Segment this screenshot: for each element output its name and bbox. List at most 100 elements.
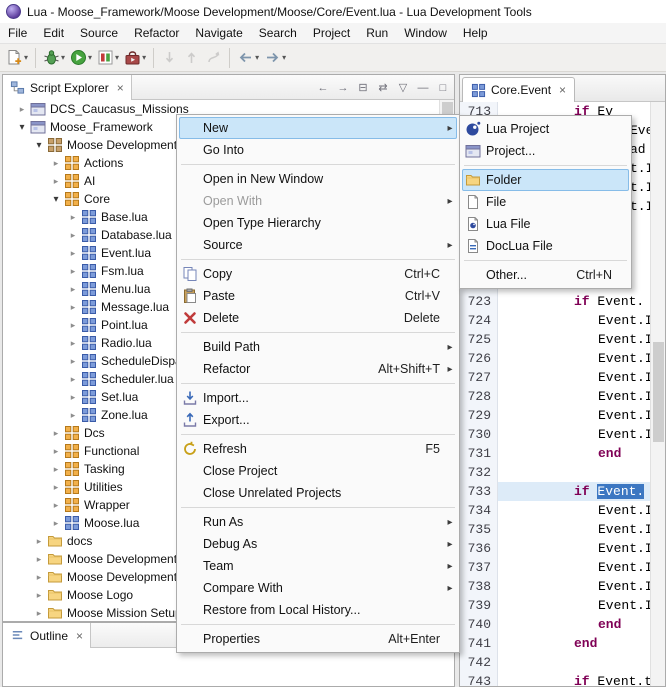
tab-script-explorer[interactable]: Script Explorer × (3, 75, 132, 100)
expand-arrow-icon[interactable]: ▾ (49, 194, 63, 205)
code-line-742[interactable]: 742 (460, 653, 650, 672)
coverage-button[interactable]: ▾ (95, 46, 121, 70)
menu-item-debug-as[interactable]: Debug As▸ (179, 533, 457, 555)
minimize-icon[interactable]: — (414, 79, 432, 97)
close-icon[interactable]: × (76, 629, 83, 643)
close-icon[interactable]: × (559, 83, 566, 97)
menu-item-copy[interactable]: CopyCtrl+C (179, 263, 457, 285)
menu-item-file[interactable]: File (462, 191, 629, 213)
run-button[interactable]: ▾ (68, 46, 94, 70)
menu-item-import[interactable]: Import... (179, 387, 457, 409)
menubar-window[interactable]: Window (396, 23, 455, 43)
menu-item-team[interactable]: Team▸ (179, 555, 457, 577)
collapse-arrow-icon[interactable]: ▸ (32, 536, 46, 547)
dropdown-caret-icon[interactable]: ▾ (282, 53, 286, 62)
collapse-arrow-icon[interactable]: ▸ (66, 356, 80, 367)
debug-button[interactable]: ▾ (41, 46, 67, 70)
menu-item-close-unrelated-projects[interactable]: Close Unrelated Projects (179, 482, 457, 504)
menu-item-delete[interactable]: DeleteDelete (179, 307, 457, 329)
dropdown-caret-icon[interactable]: ▾ (255, 53, 259, 62)
menu-item-refactor[interactable]: RefactorAlt+Shift+T▸ (179, 358, 457, 380)
annotation-next-button[interactable] (159, 46, 180, 70)
collapse-arrow-icon[interactable]: ▸ (49, 482, 63, 493)
code-line-725[interactable]: 725Event.I (460, 330, 650, 349)
code-line-732[interactable]: 732 (460, 463, 650, 482)
menubar-refactor[interactable]: Refactor (126, 23, 187, 43)
code-line-733[interactable]: 733if Event. (460, 482, 650, 501)
collapse-arrow-icon[interactable]: ▸ (66, 320, 80, 331)
back-button[interactable]: ▾ (235, 46, 261, 70)
code-line-728[interactable]: 728Event.I (460, 387, 650, 406)
collapse-all-icon[interactable]: ⊟ (354, 79, 372, 97)
menu-item-close-project[interactable]: Close Project (179, 460, 457, 482)
collapse-arrow-icon[interactable]: ▸ (32, 590, 46, 601)
code-line-737[interactable]: 737Event.I (460, 558, 650, 577)
external-tools-button[interactable]: ▾ (122, 46, 148, 70)
code-line-741[interactable]: 741end (460, 634, 650, 653)
code-line-736[interactable]: 736Event.I (460, 539, 650, 558)
menubar-search[interactable]: Search (251, 23, 305, 43)
menubar-file[interactable]: File (0, 23, 35, 43)
new-button[interactable]: ▾ (4, 46, 30, 70)
collapse-arrow-icon[interactable]: ▸ (66, 302, 80, 313)
code-line-743[interactable]: 743if Event.ta (460, 672, 650, 686)
collapse-arrow-icon[interactable]: ▸ (66, 410, 80, 421)
code-line-724[interactable]: 724Event.I (460, 311, 650, 330)
collapse-arrow-icon[interactable]: ▸ (66, 374, 80, 385)
collapse-arrow-icon[interactable]: ▸ (66, 392, 80, 403)
back-icon[interactable]: ← (314, 79, 332, 97)
dropdown-caret-icon[interactable]: ▾ (142, 53, 146, 62)
tab-core-event[interactable]: Core.Event × (462, 77, 575, 102)
expand-arrow-icon[interactable]: ▾ (32, 140, 46, 151)
dropdown-caret-icon[interactable]: ▾ (115, 53, 119, 62)
collapse-arrow-icon[interactable]: ▸ (32, 608, 46, 619)
code-line-731[interactable]: 731end (460, 444, 650, 463)
annotation-prev-button[interactable] (181, 46, 202, 70)
menu-item-open-in-new-window[interactable]: Open in New Window (179, 168, 457, 190)
collapse-arrow-icon[interactable]: ▸ (49, 446, 63, 457)
menu-item-source[interactable]: Source▸ (179, 234, 457, 256)
dropdown-caret-icon[interactable]: ▾ (88, 53, 92, 62)
collapse-arrow-icon[interactable]: ▸ (66, 284, 80, 295)
menubar-run[interactable]: Run (358, 23, 396, 43)
menubar-source[interactable]: Source (72, 23, 126, 43)
menu-item-folder[interactable]: Folder (462, 169, 629, 191)
menu-item-open-type-hierarchy[interactable]: Open Type Hierarchy (179, 212, 457, 234)
collapse-arrow-icon[interactable]: ▸ (66, 212, 80, 223)
menu-item-compare-with[interactable]: Compare With▸ (179, 577, 457, 599)
editor-scrollbar[interactable] (650, 102, 665, 686)
code-line-730[interactable]: 730Event.I (460, 425, 650, 444)
collapse-arrow-icon[interactable]: ▸ (66, 248, 80, 259)
maximize-icon[interactable]: □ (434, 79, 452, 97)
menubar-edit[interactable]: Edit (35, 23, 72, 43)
collapse-arrow-icon[interactable]: ▸ (49, 176, 63, 187)
last-edit-location-button[interactable] (203, 46, 224, 70)
code-line-739[interactable]: 739Event.I (460, 596, 650, 615)
menu-item-project[interactable]: Project... (462, 140, 629, 162)
code-line-727[interactable]: 727Event.I (460, 368, 650, 387)
menu-item-run-as[interactable]: Run As▸ (179, 511, 457, 533)
link-with-editor-icon[interactable]: ⇄ (374, 79, 392, 97)
menubar-project[interactable]: Project (305, 23, 358, 43)
collapse-arrow-icon[interactable]: ▸ (15, 104, 29, 115)
forward-icon[interactable]: → (334, 79, 352, 97)
menu-item-export[interactable]: Export... (179, 409, 457, 431)
menu-item-paste[interactable]: PasteCtrl+V (179, 285, 457, 307)
forward-button[interactable]: ▾ (262, 46, 288, 70)
dropdown-caret-icon[interactable]: ▾ (24, 53, 28, 62)
code-line-726[interactable]: 726Event.I (460, 349, 650, 368)
code-line-729[interactable]: 729Event.I (460, 406, 650, 425)
dropdown-caret-icon[interactable]: ▾ (61, 53, 65, 62)
menu-item-restore-from-local-history[interactable]: Restore from Local History... (179, 599, 457, 621)
collapse-arrow-icon[interactable]: ▸ (66, 230, 80, 241)
close-icon[interactable]: × (117, 81, 124, 95)
code-line-734[interactable]: 734Event.I (460, 501, 650, 520)
menu-item-doclua-file[interactable]: DocLua File (462, 235, 629, 257)
menu-item-lua-file[interactable]: Lua File (462, 213, 629, 235)
collapse-arrow-icon[interactable]: ▸ (49, 428, 63, 439)
menubar-navigate[interactable]: Navigate (187, 23, 250, 43)
code-line-738[interactable]: 738Event.I (460, 577, 650, 596)
tab-outline[interactable]: Outline × (3, 623, 91, 648)
collapse-arrow-icon[interactable]: ▸ (66, 266, 80, 277)
collapse-arrow-icon[interactable]: ▸ (32, 572, 46, 583)
